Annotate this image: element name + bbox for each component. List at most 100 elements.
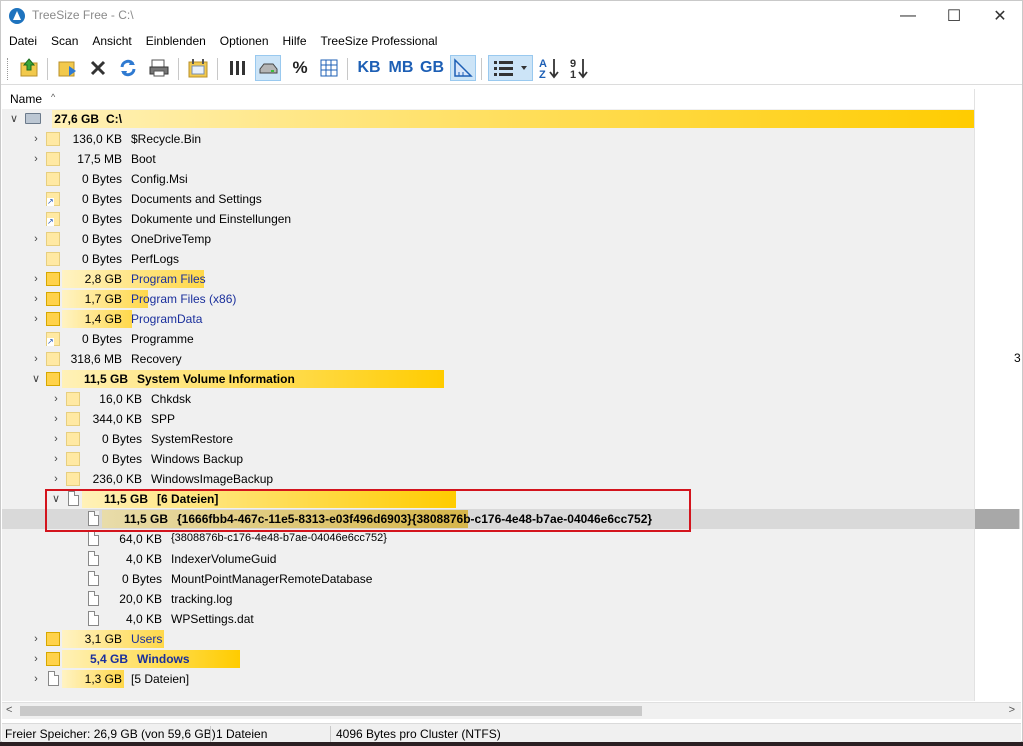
- tree-row[interactable]: › 5,4 GB Windows: [2, 649, 974, 669]
- tree-row-size: 318,6 MB: [70, 352, 122, 366]
- close-icon[interactable]: [85, 55, 111, 81]
- chevron-down-icon[interactable]: ∨: [8, 112, 20, 126]
- tree-row[interactable]: 0 Bytes Documents and Settings: [2, 189, 974, 209]
- tree-row[interactable]: 4,0 KB IndexerVolumeGuid: [2, 549, 974, 569]
- chevron-right-icon[interactable]: ›: [50, 452, 62, 466]
- kb-icon[interactable]: KB: [356, 55, 382, 81]
- tree-row[interactable]: 4,0 KB WPSettings.dat: [2, 609, 974, 629]
- chevron-right-icon[interactable]: ›: [30, 352, 42, 366]
- tree-row[interactable]: › 16,0 KB Chkdsk: [2, 389, 974, 409]
- name-column-header[interactable]: Name: [10, 92, 42, 106]
- chevron-right-icon[interactable]: ›: [30, 632, 42, 646]
- folder-icon: [46, 132, 60, 146]
- chevron-right-icon[interactable]: ›: [30, 152, 42, 166]
- select-directory-icon[interactable]: [54, 55, 80, 81]
- tree-row-name: Windows: [137, 652, 190, 666]
- tree-row[interactable]: › 0 Bytes Windows Backup: [2, 449, 974, 469]
- chevron-right-icon[interactable]: ›: [50, 472, 62, 486]
- tree-row[interactable]: 0 Bytes Programme: [2, 329, 974, 349]
- kb-label: KB: [357, 59, 381, 76]
- tree-row[interactable]: › 0 Bytes OneDriveTemp: [2, 229, 974, 249]
- minimize-button[interactable]: —: [885, 1, 931, 31]
- tree-row[interactable]: › 0 Bytes SystemRestore: [2, 429, 974, 449]
- tree-row[interactable]: 0 Bytes PerfLogs: [2, 249, 974, 269]
- menu-optionen[interactable]: Optionen: [213, 31, 276, 51]
- menu-hilfe[interactable]: Hilfe: [276, 31, 314, 51]
- tree-row-size: 0 Bytes: [81, 172, 122, 186]
- chart-icon[interactable]: [450, 55, 476, 81]
- sort-size-icon[interactable]: 91: [566, 55, 592, 81]
- chevron-right-icon[interactable]: ›: [30, 292, 42, 306]
- chevron-right-icon[interactable]: ›: [30, 312, 42, 326]
- tree-row[interactable]: › 3,1 GB Users: [2, 629, 974, 649]
- chevron-right-icon[interactable]: ›: [50, 432, 62, 446]
- chevron-right-icon[interactable]: ›: [30, 652, 42, 666]
- list-view-icon[interactable]: [488, 55, 533, 81]
- columns-icon[interactable]: [225, 55, 251, 81]
- drive-icon[interactable]: [255, 55, 281, 81]
- chevron-right-icon[interactable]: ›: [30, 672, 42, 686]
- status-separator: [210, 726, 211, 742]
- tree-row-name: Chkdsk: [151, 392, 192, 406]
- maximize-button[interactable]: ☐: [931, 1, 977, 31]
- folder-icon: [46, 172, 60, 186]
- menu-einblenden[interactable]: Einblenden: [139, 31, 213, 51]
- calendar-icon[interactable]: [185, 55, 211, 81]
- tree-row[interactable]: › 136,0 KB $Recycle.Bin: [2, 129, 974, 149]
- status-bar: Freier Speicher: 26,9 GB (von 59,6 GB) 1…: [2, 723, 1021, 743]
- svg-text:Z: Z: [539, 69, 546, 80]
- sort-alpha-icon[interactable]: AZ: [536, 55, 562, 81]
- tree-row-size: 4,0 KB: [125, 552, 162, 566]
- close-window-button[interactable]: ✕: [977, 1, 1023, 31]
- chevron-right-icon[interactable]: ›: [30, 132, 42, 146]
- chevron-right-icon[interactable]: ›: [30, 232, 42, 246]
- tree-row-name: [5 Dateien]: [131, 672, 190, 686]
- menu-ansicht[interactable]: Ansicht: [85, 31, 138, 51]
- toolbar-grip[interactable]: [7, 58, 10, 80]
- menu-scan[interactable]: Scan: [44, 31, 85, 51]
- tree-row[interactable]: › 1,7 GB Program Files (x86): [2, 289, 974, 309]
- scan-folder-icon[interactable]: [16, 55, 42, 81]
- column-header[interactable]: Name ^: [2, 89, 1021, 109]
- tree-row[interactable]: › 1,4 GB ProgramData: [2, 309, 974, 329]
- chevron-right-icon[interactable]: ›: [50, 412, 62, 426]
- mb-icon[interactable]: MB: [388, 55, 414, 81]
- folder-tree[interactable]: ∨ 27,6 GB C:\ › 136,0 KB $Recycle.Bin › …: [2, 109, 974, 701]
- tree-row-system-volume-information[interactable]: ∨ 11,5 GB System Volume Information: [2, 369, 974, 389]
- menu-treesize-professional[interactable]: TreeSize Professional: [314, 31, 445, 51]
- tree-row[interactable]: › 344,0 KB SPP: [2, 409, 974, 429]
- percent-icon[interactable]: %: [287, 55, 313, 81]
- menu-datei[interactable]: Datei: [1, 31, 44, 51]
- tree-row[interactable]: › 2,8 GB Program Files: [2, 269, 974, 289]
- chevron-down-icon[interactable]: ∨: [30, 372, 42, 386]
- tree-row-name: PerfLogs: [131, 252, 180, 266]
- tree-row[interactable]: 64,0 KB {3808876b-c176-4e48-b7ae-04046e6…: [2, 529, 974, 549]
- refresh-icon[interactable]: [115, 55, 141, 81]
- tree-row-size: 0 Bytes: [101, 452, 142, 466]
- file-icon: [88, 551, 99, 566]
- tree-row[interactable]: 20,0 KB tracking.log: [2, 589, 974, 609]
- scroll-left-icon[interactable]: <: [6, 704, 12, 716]
- gb-label: GB: [420, 59, 444, 76]
- drive-icon: [25, 113, 41, 124]
- tree-row-root[interactable]: ∨ 27,6 GB C:\: [2, 109, 974, 129]
- menu-bar: Datei Scan Ansicht Einblenden Optionen H…: [1, 31, 1022, 51]
- print-icon[interactable]: [146, 55, 172, 81]
- tree-row-name: Program Files: [131, 272, 206, 286]
- tree-row[interactable]: 0 Bytes Dokumente und Einstellungen: [2, 209, 974, 229]
- folder-icon: [66, 432, 80, 446]
- tree-row[interactable]: 0 Bytes MountPointManagerRemoteDatabase: [2, 569, 974, 589]
- tree-row[interactable]: › 318,6 MB Recovery: [2, 349, 974, 369]
- grid-icon[interactable]: [316, 55, 342, 81]
- tree-row[interactable]: › 236,0 KB WindowsImageBackup: [2, 469, 974, 489]
- scroll-right-icon[interactable]: >: [1009, 704, 1015, 716]
- gb-icon[interactable]: GB: [419, 55, 445, 81]
- chevron-right-icon[interactable]: ›: [30, 272, 42, 286]
- chevron-right-icon[interactable]: ›: [50, 392, 62, 406]
- horizontal-scrollbar[interactable]: < >: [2, 702, 1021, 719]
- scrollbar-thumb[interactable]: [20, 706, 642, 716]
- file-icon: [88, 591, 99, 606]
- tree-row[interactable]: 0 Bytes Config.Msi: [2, 169, 974, 189]
- tree-row[interactable]: › 17,5 MB Boot: [2, 149, 974, 169]
- tree-row[interactable]: › 1,3 GB [5 Dateien]: [2, 669, 974, 689]
